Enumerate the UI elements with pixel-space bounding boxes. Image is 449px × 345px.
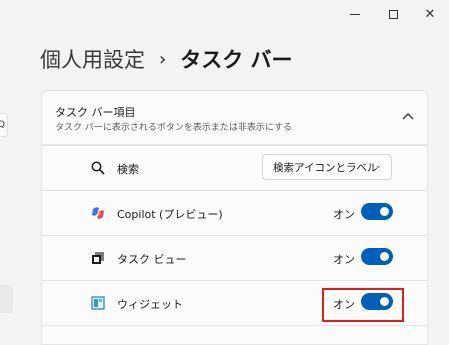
minimize-icon xyxy=(350,13,360,15)
section-description: タスク バーに表示されるボタンを表示または非表示にする xyxy=(55,123,292,133)
taskbar-items-section-header[interactable]: タスク バー項目 タスク バーに表示されるボタンを表示または非表示にする xyxy=(41,90,428,145)
toggle-knob xyxy=(380,207,389,216)
setting-row-partial xyxy=(41,325,428,345)
setting-row-copilot: Copilot (プレビュー) オン xyxy=(41,190,428,236)
maximize-button[interactable] xyxy=(383,5,403,23)
page-title: タスク バー xyxy=(180,48,293,72)
chevron-up-icon[interactable] xyxy=(402,109,414,123)
search-icon: Q xyxy=(0,120,5,130)
close-icon: ✕ xyxy=(424,6,436,22)
copilot-toggle[interactable] xyxy=(361,203,393,220)
setting-label: タスク ビュー xyxy=(117,253,187,266)
task-view-toggle[interactable] xyxy=(361,248,393,265)
setting-row-widgets: ウィジェット オン xyxy=(41,280,428,326)
search-display-dropdown[interactable]: 検索アイコンとラベル ⌄ xyxy=(262,154,392,180)
sidebar-search-input[interactable]: Q xyxy=(0,113,8,137)
toggle-state-text: オン xyxy=(333,253,355,266)
setting-row-search: 検索 検索アイコンとラベル ⌄ xyxy=(41,145,428,191)
toggle-knob xyxy=(380,297,389,306)
close-button[interactable]: ✕ xyxy=(420,5,440,23)
section-title: タスク バー項目 xyxy=(55,106,136,119)
maximize-icon xyxy=(388,9,398,19)
setting-label: ウィジェット xyxy=(117,298,183,311)
sidebar-item-selected[interactable] xyxy=(0,285,13,313)
setting-label: Copilot (プレビュー) xyxy=(117,208,223,221)
minimize-button[interactable] xyxy=(345,5,365,23)
chevron-down-icon: ⌄ xyxy=(374,161,382,171)
toggle-knob xyxy=(380,252,389,261)
setting-row-task-view: タスク ビュー オン xyxy=(41,235,428,281)
toggle-state-text: オン xyxy=(333,208,355,221)
copilot-icon xyxy=(90,205,106,221)
breadcrumb-separator-icon: › xyxy=(159,48,167,70)
widgets-toggle[interactable] xyxy=(361,293,393,310)
breadcrumb-parent[interactable]: 個人用設定 xyxy=(40,44,145,74)
widgets-icon xyxy=(90,295,106,311)
breadcrumb: 個人用設定 › タスク バー xyxy=(40,44,293,74)
setting-label: 検索 xyxy=(117,163,139,176)
search-icon xyxy=(90,160,106,176)
dropdown-value: 検索アイコンとラベル xyxy=(273,161,378,174)
task-view-icon xyxy=(90,250,106,266)
toggle-state-text: オン xyxy=(333,298,355,311)
